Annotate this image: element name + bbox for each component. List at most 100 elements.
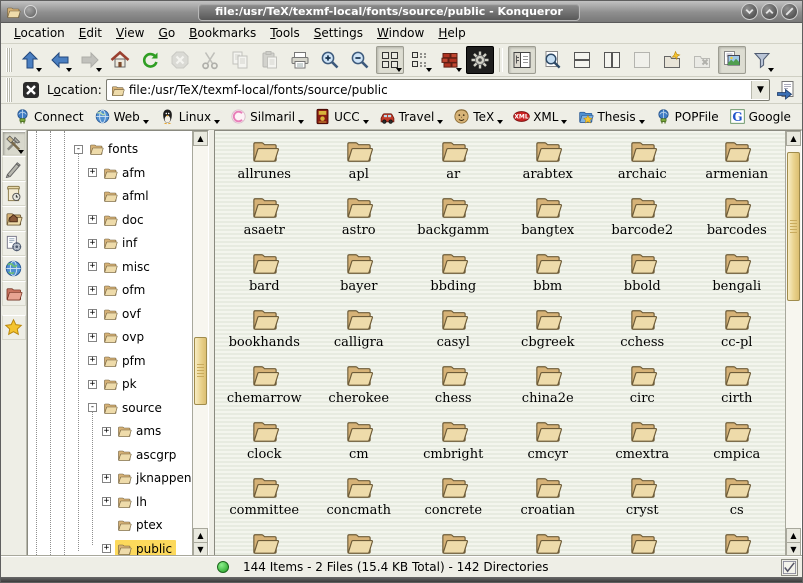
stop-button[interactable] bbox=[166, 46, 194, 74]
show-sidebar-button[interactable] bbox=[508, 46, 536, 74]
tree-expander-plus-icon[interactable]: + bbox=[88, 333, 97, 342]
bookmark-google[interactable]: GGoogle bbox=[724, 106, 796, 127]
tree-expander-plus-icon[interactable]: + bbox=[88, 239, 97, 248]
tree-item-pk[interactable]: + pk bbox=[88, 374, 141, 394]
tree-item-ofm[interactable]: + ofm bbox=[88, 280, 149, 300]
folder-item-cc-pl[interactable]: cc-pl bbox=[690, 303, 785, 359]
location-input[interactable] bbox=[125, 83, 751, 97]
tree-scroll-down-button[interactable]: ▼ bbox=[193, 542, 208, 557]
tree-expander-minus-icon[interactable]: - bbox=[88, 403, 97, 412]
tree-item-doc[interactable]: + doc bbox=[88, 210, 148, 230]
folder-item-calligra[interactable]: calligra bbox=[312, 303, 407, 359]
folder-item-cmbright[interactable]: cmbright bbox=[406, 415, 501, 471]
tree-expander-plus-icon[interactable]: + bbox=[88, 168, 97, 177]
folder-item-chess[interactable]: chess bbox=[406, 359, 501, 415]
sidebar-home-folder-button[interactable] bbox=[2, 206, 26, 231]
go-button[interactable] bbox=[774, 78, 798, 102]
tree-item-fonts[interactable]: - fonts bbox=[74, 139, 142, 159]
folder-item-committee[interactable]: committee bbox=[217, 471, 312, 527]
statusbar-indicator-icon[interactable] bbox=[781, 559, 798, 576]
folder-item-cirth[interactable]: cirth bbox=[690, 359, 785, 415]
reload-button[interactable] bbox=[136, 46, 164, 74]
copy-button[interactable] bbox=[226, 46, 254, 74]
view-scroll-up2-button[interactable]: ▲ bbox=[786, 528, 801, 543]
bookmark-popfile[interactable]: POPFile bbox=[650, 106, 724, 127]
tree-expander-plus-icon[interactable]: + bbox=[88, 286, 97, 295]
folder-item-asaetr[interactable]: asaetr bbox=[217, 191, 312, 247]
tree-item-ptex[interactable]: ptex bbox=[102, 515, 167, 535]
forward-button[interactable] bbox=[76, 46, 104, 74]
tree-item-source[interactable]: - source bbox=[88, 398, 166, 418]
folder-item-chemarrow[interactable]: chemarrow bbox=[217, 359, 312, 415]
tree-item-pfm[interactable]: + pfm bbox=[88, 351, 150, 371]
folder-item-archaic[interactable]: archaic bbox=[595, 135, 690, 191]
bookmark-connect[interactable]: Connect bbox=[9, 106, 89, 127]
preview-button[interactable] bbox=[718, 46, 746, 74]
tree-scrollbar[interactable]: ▲ ▲ ▼ bbox=[192, 131, 208, 557]
folder-item-concrete[interactable]: concrete bbox=[406, 471, 501, 527]
folder-item[interactable] bbox=[690, 527, 785, 557]
folder-item-bbold[interactable]: bbold bbox=[595, 247, 690, 303]
bookmark-silmaril[interactable]: Silmaril bbox=[225, 106, 309, 127]
folder-item-allrunes[interactable]: allrunes bbox=[217, 135, 312, 191]
toolbar-grip[interactable] bbox=[6, 78, 12, 102]
back-button[interactable] bbox=[46, 46, 74, 74]
view-scroll-down-button[interactable]: ▼ bbox=[786, 542, 801, 557]
folder-item-cmcyr[interactable]: cmcyr bbox=[501, 415, 596, 471]
sticky-pin-button[interactable] bbox=[24, 5, 37, 18]
close-button[interactable] bbox=[781, 3, 798, 20]
cut-button[interactable] bbox=[196, 46, 224, 74]
tree-item-afml[interactable]: afml bbox=[88, 186, 153, 206]
sidebar-network-globe-button[interactable] bbox=[2, 256, 26, 281]
folder-item-casyl[interactable]: casyl bbox=[406, 303, 501, 359]
folder-item-croatian[interactable]: croatian bbox=[501, 471, 596, 527]
tree-scroll-up2-button[interactable]: ▲ bbox=[193, 528, 208, 543]
folder-item-cryst[interactable]: cryst bbox=[595, 471, 690, 527]
folder-item-bard[interactable]: bard bbox=[217, 247, 312, 303]
folder-item-astro[interactable]: astro bbox=[312, 191, 407, 247]
tree-item-afm[interactable]: + afm bbox=[88, 163, 149, 183]
view-scrollbar[interactable]: ▲ ▲ ▼ bbox=[785, 131, 801, 557]
split-vertical-button[interactable] bbox=[598, 46, 626, 74]
menu-help[interactable]: Help bbox=[431, 24, 472, 42]
bookmark-tex[interactable]: TeX bbox=[448, 106, 508, 127]
bookmark-travel[interactable]: Travel bbox=[374, 106, 449, 127]
tree-scroll-up-button[interactable]: ▲ bbox=[193, 131, 208, 146]
menu-window[interactable]: Window bbox=[370, 24, 431, 42]
folder-item-cbgreek[interactable]: cbgreek bbox=[501, 303, 596, 359]
folder-item-clock[interactable]: clock bbox=[217, 415, 312, 471]
icon-view-button[interactable] bbox=[376, 46, 404, 74]
menu-bookmarks[interactable]: Bookmarks bbox=[182, 24, 263, 42]
folder-item-bbm[interactable]: bbm bbox=[501, 247, 596, 303]
folder-item[interactable] bbox=[501, 527, 596, 557]
tree-expander-plus-icon[interactable]: + bbox=[102, 544, 111, 553]
folder-item-armenian[interactable]: armenian bbox=[690, 135, 785, 191]
tree-item-inf[interactable]: + inf bbox=[88, 233, 141, 253]
folder-item-cmpica[interactable]: cmpica bbox=[690, 415, 785, 471]
up-button[interactable] bbox=[16, 46, 44, 74]
folder-item-arabtex[interactable]: arabtex bbox=[501, 135, 596, 191]
remove-view-button[interactable] bbox=[628, 46, 656, 74]
icon-view[interactable]: allrunes apl ar arabtex archaic armenian… bbox=[214, 130, 802, 558]
zoom-in-button[interactable] bbox=[316, 46, 344, 74]
view-scrollbar-thumb[interactable] bbox=[787, 152, 800, 301]
sidebar-bookmarks-star-button[interactable] bbox=[2, 315, 26, 340]
menu-view[interactable]: View bbox=[109, 24, 151, 42]
bookmark-wikipedia[interactable]: WWikipedia bbox=[796, 106, 803, 127]
folder-item-bangtex[interactable]: bangtex bbox=[501, 191, 596, 247]
folder-item-cm[interactable]: cm bbox=[312, 415, 407, 471]
filter-button[interactable] bbox=[748, 46, 776, 74]
bookmark-thesis[interactable]: Thesis bbox=[572, 106, 649, 127]
minimize-button[interactable] bbox=[741, 3, 758, 20]
zoom-out-button[interactable] bbox=[346, 46, 374, 74]
new-tab-button[interactable] bbox=[658, 46, 686, 74]
bookmark-xml[interactable]: XMLXML bbox=[508, 106, 572, 127]
bookmark-linux[interactable]: Linux bbox=[154, 106, 225, 127]
tree-expander-plus-icon[interactable]: + bbox=[88, 215, 97, 224]
folder-item-cmextra[interactable]: cmextra bbox=[595, 415, 690, 471]
folder-item-barcodes[interactable]: barcodes bbox=[690, 191, 785, 247]
folder-item-circ[interactable]: circ bbox=[595, 359, 690, 415]
location-dropdown-button[interactable]: ▼ bbox=[751, 81, 769, 99]
menu-edit[interactable]: Edit bbox=[72, 24, 109, 42]
tree-expander-plus-icon[interactable]: + bbox=[88, 309, 97, 318]
